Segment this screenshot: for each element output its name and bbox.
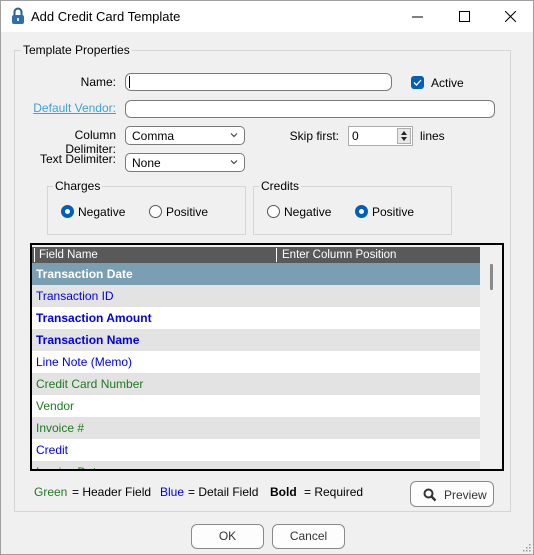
field-name-cell: Transaction Date bbox=[36, 267, 133, 281]
credits-positive-radio[interactable] bbox=[355, 205, 368, 218]
grid-row[interactable]: Invoice Date bbox=[32, 461, 480, 469]
credits-label: Credits bbox=[259, 179, 302, 193]
legend-blue-desc: = Detail Field bbox=[188, 485, 259, 499]
spin-buttons[interactable] bbox=[397, 128, 411, 144]
grid-row[interactable]: Line Note (Memo) bbox=[32, 351, 480, 373]
maximize-button[interactable] bbox=[441, 1, 487, 32]
skip-first-stepper[interactable]: 0 bbox=[348, 126, 413, 146]
charges-negative-label: Negative bbox=[78, 205, 126, 219]
close-button[interactable] bbox=[487, 1, 533, 32]
field-name-cell: Vendor bbox=[36, 399, 75, 413]
legend-green-desc: = Header Field bbox=[72, 485, 152, 499]
lines-label: lines bbox=[420, 129, 445, 143]
close-icon bbox=[504, 11, 516, 22]
magnifier-icon bbox=[423, 488, 437, 502]
grid-row[interactable]: Transaction Amount bbox=[32, 307, 480, 329]
grid-row[interactable]: Vendor bbox=[32, 395, 480, 417]
grid-row[interactable]: Transaction ID bbox=[32, 285, 480, 307]
field-mapping-grid[interactable]: Field Name Enter Column Position Transac… bbox=[30, 243, 504, 471]
spin-up-icon[interactable] bbox=[401, 131, 407, 135]
column-delimiter-value: Comma bbox=[132, 129, 175, 143]
scrollbar-thumb[interactable] bbox=[490, 264, 493, 290]
default-vendor-link[interactable]: Default Vendor: bbox=[31, 101, 116, 115]
field-name-cell: Transaction ID bbox=[36, 289, 114, 303]
legend-bold-desc: = Required bbox=[304, 485, 364, 499]
maximize-icon bbox=[458, 11, 470, 22]
field-name-cell: Line Note (Memo) bbox=[36, 355, 133, 369]
charges-positive-radio[interactable] bbox=[149, 205, 162, 218]
chevron-down-icon bbox=[230, 160, 238, 165]
chevron-down-icon bbox=[230, 133, 238, 138]
field-name-cell: Invoice Date bbox=[36, 465, 103, 469]
add-credit-card-template-dialog: Add Credit Card Template Template Proper… bbox=[0, 0, 534, 555]
preview-label: Preview bbox=[444, 488, 487, 502]
template-properties-label: Template Properties bbox=[21, 43, 132, 57]
checkmark-icon bbox=[413, 79, 422, 86]
grid-row[interactable]: Invoice # bbox=[32, 417, 480, 439]
minimize-button[interactable] bbox=[394, 1, 440, 32]
skip-first-label: Skip first: bbox=[289, 129, 339, 143]
text-delimiter-value: None bbox=[132, 156, 161, 170]
legend-green-word: Green bbox=[34, 485, 68, 499]
preview-button[interactable]: Preview bbox=[410, 481, 494, 507]
resize-grip-icon[interactable] bbox=[521, 542, 531, 552]
credits-group bbox=[253, 186, 452, 235]
column-header-field-name[interactable]: Field Name bbox=[34, 248, 98, 262]
grid-row[interactable]: Transaction Date bbox=[32, 263, 480, 285]
padlock-icon bbox=[12, 7, 24, 24]
minimize-icon bbox=[411, 16, 423, 18]
window-title: Add Credit Card Template bbox=[31, 9, 181, 24]
grid-row[interactable]: Transaction Name bbox=[32, 329, 480, 351]
field-name-cell: Credit Card Number bbox=[36, 377, 144, 391]
grid-row[interactable]: Credit bbox=[32, 439, 480, 461]
field-name-cell: Invoice # bbox=[36, 421, 85, 435]
text-delimiter-select[interactable]: None bbox=[125, 153, 245, 172]
credits-negative-radio[interactable] bbox=[267, 205, 280, 218]
grid-header: Field Name Enter Column Position bbox=[32, 247, 480, 263]
name-label: Name: bbox=[80, 75, 116, 89]
default-vendor-input[interactable] bbox=[125, 100, 495, 118]
charges-negative-radio[interactable] bbox=[61, 205, 74, 218]
field-name-cell: Transaction Name bbox=[36, 333, 140, 347]
active-label: Active bbox=[431, 76, 464, 90]
ok-button[interactable]: OK bbox=[191, 524, 264, 549]
active-checkbox[interactable] bbox=[411, 76, 424, 89]
cancel-button[interactable]: Cancel bbox=[272, 524, 345, 549]
column-delimiter-select[interactable]: Comma bbox=[125, 126, 245, 145]
text-caret bbox=[129, 76, 130, 88]
name-input[interactable] bbox=[125, 73, 392, 91]
spin-down-icon[interactable] bbox=[401, 137, 407, 141]
column-header-column-position[interactable]: Enter Column Position bbox=[276, 248, 396, 262]
charges-positive-label: Positive bbox=[166, 205, 209, 219]
field-name-cell: Credit bbox=[36, 443, 69, 457]
grid-rows: Transaction Date Transaction ID Transactio… bbox=[32, 263, 480, 469]
legend-bold-word: Bold bbox=[270, 485, 297, 499]
charges-group bbox=[47, 186, 246, 235]
charges-label: Charges bbox=[53, 179, 103, 193]
field-name-cell: Transaction Amount bbox=[36, 311, 152, 325]
cancel-label: Cancel bbox=[289, 529, 328, 543]
credits-negative-label: Negative bbox=[284, 205, 332, 219]
ok-label: OK bbox=[218, 529, 237, 543]
title-bar: Add Credit Card Template bbox=[1, 1, 533, 32]
grid-row[interactable]: Credit Card Number bbox=[32, 373, 480, 395]
credits-positive-label: Positive bbox=[372, 205, 415, 219]
legend-blue-word: Blue bbox=[160, 485, 185, 499]
skip-first-value: 0 bbox=[352, 129, 359, 143]
text-delimiter-label: Text Delimiter: bbox=[39, 152, 116, 166]
vertical-scrollbar[interactable] bbox=[480, 245, 502, 469]
